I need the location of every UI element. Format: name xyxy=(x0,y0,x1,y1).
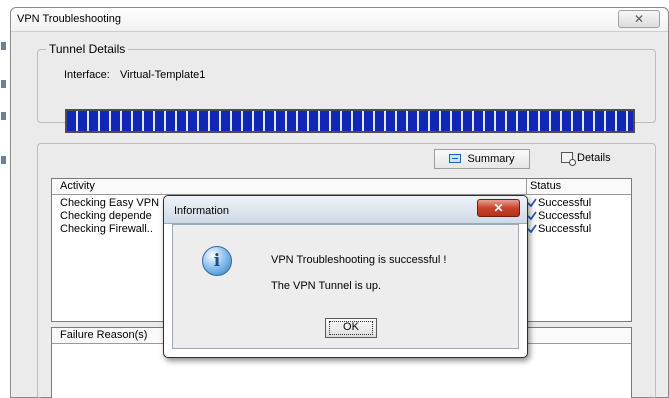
summary-icon xyxy=(449,154,462,163)
activity-table-header: Activity Status xyxy=(52,179,631,195)
status-cell: Successful xyxy=(538,210,592,222)
check-icon xyxy=(527,211,537,221)
edge-mark xyxy=(1,80,6,88)
edge-mark xyxy=(1,112,6,120)
summary-button[interactable]: Summary xyxy=(434,149,530,169)
details-icon xyxy=(561,152,576,166)
dialog-title: Information xyxy=(174,205,230,217)
column-divider[interactable] xyxy=(526,179,527,195)
close-icon: ✕ xyxy=(633,12,645,26)
close-icon: ✕ xyxy=(493,201,504,215)
activity-cell: Checking Easy VPN xyxy=(60,197,160,209)
activity-cell: Checking Firewall.. xyxy=(60,223,153,235)
dialog-message: VPN Troubleshooting is successful ! xyxy=(271,254,447,266)
window-title: VPN Troubleshooting xyxy=(17,13,121,25)
tunnel-details-legend: Tunnel Details xyxy=(46,42,129,56)
information-dialog: Information ✕ i VPN Troubleshooting is s… xyxy=(163,195,528,358)
summary-label: Summary xyxy=(467,153,515,165)
status-cell: Successful xyxy=(538,223,592,235)
dialog-body: i VPN Troubleshooting is successful ! Th… xyxy=(172,224,519,349)
dialog-close-button[interactable]: ✕ xyxy=(477,199,520,217)
window-close-button[interactable]: ✕ xyxy=(618,10,660,28)
check-icon xyxy=(527,224,537,234)
details-button[interactable]: Details xyxy=(561,149,623,169)
interface-value: Virtual-Template1 xyxy=(120,69,206,81)
activity-cell: Checking depende xyxy=(60,210,152,222)
desktop-left-edge xyxy=(0,0,10,398)
dialog-detail: The VPN Tunnel is up. xyxy=(271,280,382,292)
edge-mark xyxy=(1,156,6,164)
edge-mark xyxy=(1,42,6,50)
details-label: Details xyxy=(577,152,611,164)
interface-label: Interface: xyxy=(64,69,110,81)
info-icon: i xyxy=(202,246,232,276)
window-titlebar[interactable]: VPN Troubleshooting ✕ xyxy=(11,8,668,32)
status-column-header[interactable]: Status xyxy=(530,180,561,192)
status-cell: Successful xyxy=(538,197,592,209)
activity-column-header[interactable]: Activity xyxy=(60,180,95,192)
focus-ring xyxy=(329,321,373,335)
dialog-titlebar[interactable]: Information ✕ xyxy=(164,196,527,224)
failure-reasons-header[interactable]: Failure Reason(s) xyxy=(60,329,147,341)
ok-button[interactable]: OK xyxy=(325,318,377,338)
check-icon xyxy=(527,198,537,208)
troubleshooting-progress-bar xyxy=(65,109,635,133)
